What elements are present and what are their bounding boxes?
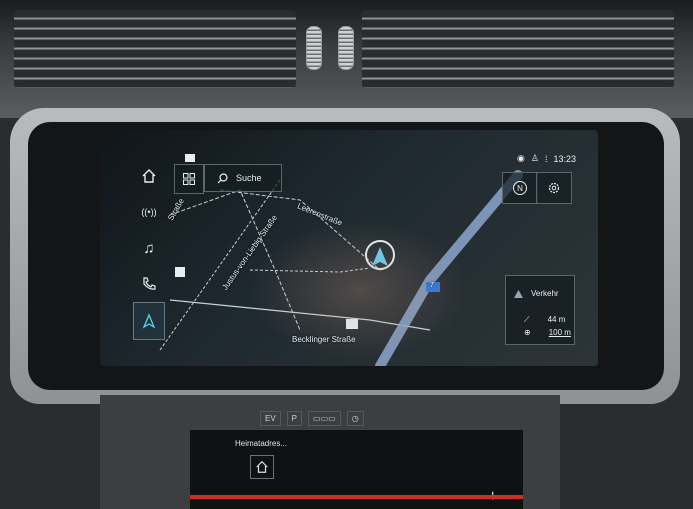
search-icon [217,172,228,183]
compass-button[interactable]: N [502,172,538,204]
nav-home[interactable] [134,158,164,194]
distance-row: ⟋ 44 m [524,315,565,325]
distance-value: 44 m [547,315,566,324]
music-icon: ♫ [143,239,155,257]
air-vent-left [14,10,296,88]
poi-pin-left [175,267,185,277]
radio-icon: ((•)) [141,207,157,217]
scale-value: 100 m [548,328,571,337]
nav-radio[interactable]: ((•)) [134,194,164,230]
parking-button[interactable]: P [286,410,303,426]
navigation-icon [142,313,156,329]
gear-icon [548,182,560,194]
infotainment-screen: Leerenstraße Justus-von-Liebig-Straße Be… [100,130,598,366]
home-icon [256,460,268,473]
phone-icon [143,277,156,290]
poi-pin-top [185,154,195,162]
mountain-icon [514,290,523,298]
elevation-icon: ⟋ [524,315,530,324]
zoom-icon: ⊕ [524,328,531,337]
compass-icon: N [513,181,527,195]
map-info-panel: Verkehr ⟋ 44 m ⊕ 100 m [505,275,575,345]
menu-grid-button[interactable] [174,164,204,194]
vent-knob-right [338,26,354,70]
traffic-label: Verkehr [531,289,559,298]
climate-strip: EV P ▭▭▭ ◷ [190,407,523,429]
nav-navigation[interactable] [133,302,165,340]
nav-phone[interactable] [134,266,164,302]
signal-icon: ⁞ [544,153,548,164]
search-label: Suche [236,173,262,183]
clock-time: 13:23 [553,153,576,164]
status-bar: ◉ ♙ ⁞ 13:23 [517,153,576,164]
screen-reflection [250,220,470,360]
home-address-button[interactable] [250,455,274,479]
traffic-row[interactable]: Verkehr [514,289,559,298]
home-address-label: Heimatadres... [235,439,288,448]
route-marker-number: 7 [430,282,434,289]
vent-knob-left [306,26,322,70]
timer-button[interactable]: ◷ [346,410,364,426]
road-label-becklinger: Becklinger Straße [292,335,356,344]
scale-row[interactable]: ⊕ 100 m [524,328,571,337]
svg-text:N: N [517,184,523,193]
user-icon: ♙ [530,153,539,163]
search-button[interactable]: Suche [204,164,282,192]
console-indicator-strip [190,495,523,499]
air-vent-right [362,10,674,88]
location-icon: ◉ [517,153,525,163]
ev-button[interactable]: EV [260,410,281,426]
left-navigation-bar: ((•)) ♫ [133,158,165,344]
grid-icon [183,173,195,185]
sensor-button[interactable]: ▭▭▭ [308,410,341,426]
settings-button[interactable] [536,172,572,204]
home-icon [142,169,156,183]
nav-media[interactable]: ♫ [134,230,164,266]
